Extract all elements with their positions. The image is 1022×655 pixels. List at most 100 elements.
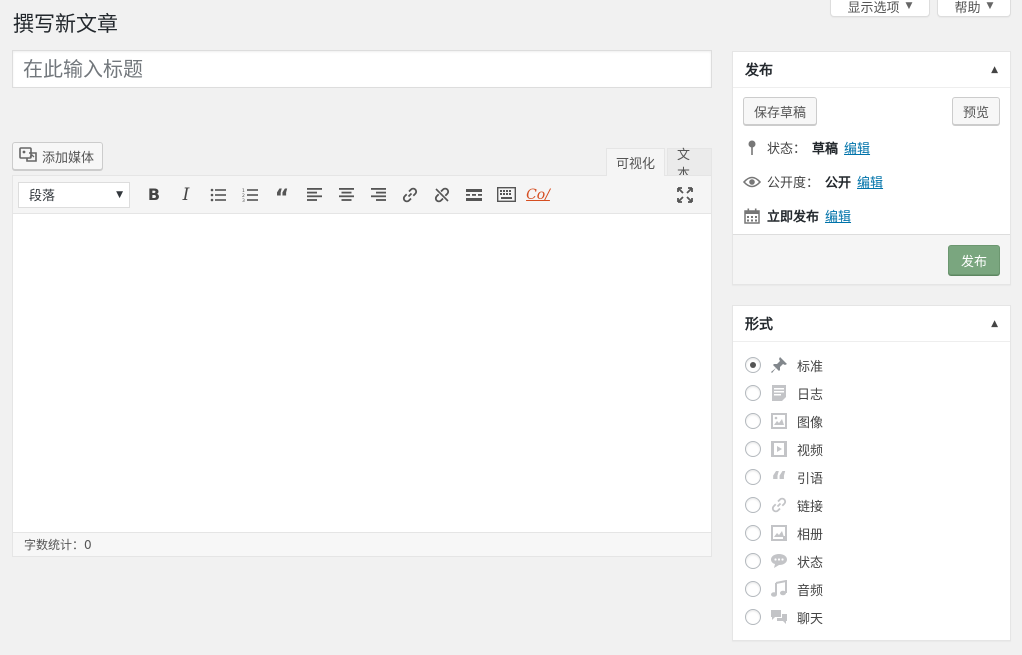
format-box-header[interactable]: 形式 ▲ bbox=[733, 306, 1010, 342]
caret-down-icon: ▼ bbox=[905, 1, 913, 11]
align-left-icon bbox=[306, 188, 322, 201]
collapse-arrow-icon[interactable]: ▲ bbox=[991, 319, 998, 329]
format-radio[interactable] bbox=[745, 357, 761, 373]
publish-box-header[interactable]: 发布 ▲ bbox=[733, 52, 1010, 88]
format-radio[interactable] bbox=[745, 413, 761, 429]
save-draft-label: 保存草稿 bbox=[754, 105, 807, 121]
title-field-wrapper bbox=[12, 50, 712, 88]
format-radio[interactable] bbox=[745, 469, 761, 485]
bold-button[interactable]: B bbox=[138, 180, 170, 210]
svg-text:3: 3 bbox=[242, 198, 245, 202]
format-label: 状态 bbox=[797, 555, 824, 571]
caret-down-icon: ▼ bbox=[116, 189, 123, 200]
tab-text[interactable]: 文本 bbox=[667, 148, 712, 182]
publish-actions: 发布 bbox=[733, 234, 1010, 284]
insert-link-button[interactable] bbox=[394, 180, 426, 210]
edit-status-link[interactable]: 编辑 bbox=[844, 138, 870, 157]
unlink-button[interactable] bbox=[426, 180, 458, 210]
schedule-row: 立即发布 编辑 bbox=[743, 206, 851, 225]
publish-box: 发布 ▲ 保存草稿 预览 状态： 草稿 编辑 公开度： 公开 编辑 立即发布 编… bbox=[732, 51, 1011, 285]
edit-schedule-link[interactable]: 编辑 bbox=[825, 206, 851, 225]
format-option-video[interactable]: 视频 bbox=[745, 435, 998, 463]
visibility-row: 公开度： 公开 编辑 bbox=[743, 172, 883, 191]
editor-content-area[interactable] bbox=[13, 214, 711, 534]
add-media-label: 添加媒体 bbox=[42, 150, 95, 166]
chat-icon bbox=[769, 607, 789, 627]
help-label: 帮助 bbox=[954, 0, 981, 16]
preview-button[interactable]: 预览 bbox=[951, 97, 1000, 125]
post-title-input[interactable] bbox=[13, 51, 711, 87]
link-icon bbox=[402, 187, 418, 202]
fullscreen-button[interactable] bbox=[669, 180, 701, 210]
format-label: 音频 bbox=[797, 583, 824, 599]
align-center-button[interactable] bbox=[330, 180, 362, 210]
format-option-quote[interactable]: “ 引语 bbox=[745, 463, 998, 495]
format-box-title: 形式 bbox=[745, 316, 773, 333]
italic-button[interactable]: I bbox=[170, 180, 202, 210]
publish-button-label: 发布 bbox=[960, 254, 987, 270]
format-option-gallery[interactable]: 相册 bbox=[745, 519, 998, 547]
align-right-button[interactable] bbox=[362, 180, 394, 210]
format-option-audio[interactable]: 音频 bbox=[745, 575, 998, 603]
paragraph-format-select[interactable]: 段落 ▼ bbox=[18, 181, 130, 208]
format-label: 图像 bbox=[797, 415, 824, 431]
format-label: 视频 bbox=[797, 443, 824, 459]
format-radio[interactable] bbox=[745, 581, 761, 597]
format-option-aside[interactable]: 日志 bbox=[745, 379, 998, 407]
read-more-button[interactable] bbox=[458, 180, 490, 210]
format-select-value: 段落 bbox=[29, 189, 56, 204]
tab-visual[interactable]: 可视化 bbox=[606, 148, 666, 176]
format-option-image[interactable]: 图像 bbox=[745, 407, 998, 435]
status-icon bbox=[769, 551, 789, 571]
bold-icon: B bbox=[147, 185, 161, 204]
format-label: 引语 bbox=[797, 471, 824, 487]
help-tab[interactable]: 帮助 ▼ bbox=[937, 0, 1011, 17]
format-radio[interactable] bbox=[745, 609, 761, 625]
toolbar-toggle-icon bbox=[496, 187, 516, 202]
editor-toolbar: 段落 ▼ B I 123 “ Co/ bbox=[13, 176, 711, 214]
format-label: 标准 bbox=[797, 359, 824, 375]
visibility-value: 公开 bbox=[825, 176, 852, 191]
word-count: 字数统计：0 bbox=[24, 538, 92, 552]
edit-visibility-link[interactable]: 编辑 bbox=[857, 172, 883, 191]
page-title: 撰写新文章 bbox=[13, 12, 118, 36]
format-option-link[interactable]: 链接 bbox=[745, 491, 998, 519]
format-radio[interactable] bbox=[745, 441, 761, 457]
video-icon bbox=[769, 439, 789, 459]
toolbar-toggle-button[interactable] bbox=[490, 180, 522, 210]
schedule-value: 立即发布 bbox=[767, 210, 820, 225]
link-icon bbox=[769, 495, 789, 515]
add-media-button[interactable]: 添加媒体 bbox=[12, 142, 104, 170]
calendar-icon bbox=[743, 208, 761, 224]
align-left-button[interactable] bbox=[298, 180, 330, 210]
numbered-list-button[interactable]: 123 bbox=[234, 180, 266, 210]
format-radio[interactable] bbox=[745, 525, 761, 541]
audio-icon bbox=[769, 579, 789, 599]
format-option-standard[interactable]: 标准 bbox=[745, 351, 998, 379]
publish-button[interactable]: 发布 bbox=[947, 245, 1000, 275]
format-label: 相册 bbox=[797, 527, 824, 543]
blockquote-button[interactable]: “ bbox=[266, 180, 298, 210]
caret-down-icon: ▼ bbox=[986, 1, 994, 11]
screen-options-tab[interactable]: 显示选项 ▼ bbox=[830, 0, 930, 17]
status-row: 状态： 草稿 编辑 bbox=[743, 138, 870, 157]
format-label: 聊天 bbox=[797, 611, 824, 627]
align-right-icon bbox=[370, 188, 386, 201]
read-more-icon bbox=[466, 188, 482, 201]
blockquote-icon: “ bbox=[274, 185, 290, 211]
format-option-chat[interactable]: 聊天 bbox=[745, 603, 998, 631]
save-draft-button[interactable]: 保存草稿 bbox=[743, 97, 818, 125]
format-label: 链接 bbox=[797, 499, 824, 515]
format-option-status[interactable]: 状态 bbox=[745, 547, 998, 575]
format-radio[interactable] bbox=[745, 385, 761, 401]
image-icon bbox=[769, 411, 789, 431]
cos-icon: Co/ bbox=[526, 186, 550, 203]
bulleted-list-button[interactable] bbox=[202, 180, 234, 210]
aside-icon bbox=[769, 383, 789, 403]
content-editor: 段落 ▼ B I 123 “ Co/ 字数统计：0 bbox=[12, 175, 712, 557]
publish-box-title: 发布 bbox=[745, 62, 773, 79]
format-radio[interactable] bbox=[745, 497, 761, 513]
collapse-arrow-icon[interactable]: ▲ bbox=[991, 65, 998, 75]
cos-button[interactable]: Co/ bbox=[522, 180, 554, 210]
format-radio[interactable] bbox=[745, 553, 761, 569]
